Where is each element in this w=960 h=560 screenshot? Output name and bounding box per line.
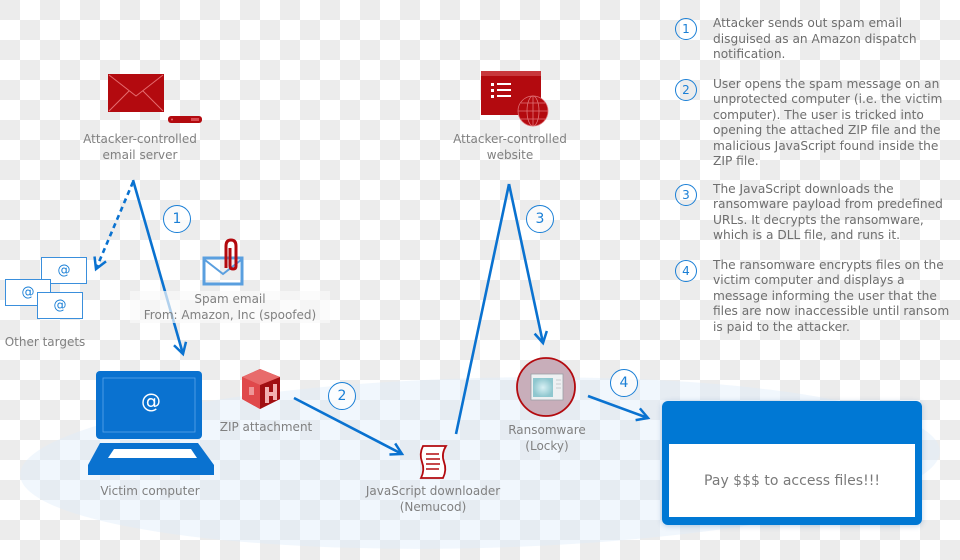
step-number: 4 (675, 259, 697, 282)
js-downloader-label: JavaScript downloader (Nemucod) (365, 484, 501, 514)
flow-marker-2: 2 (328, 382, 356, 410)
step-text: User opens the spam message on an unprot… (713, 76, 943, 169)
ransom-message-window: Pay $$$ to access files!!! (662, 401, 922, 525)
step-text: The JavaScript downloads the ransomware … (713, 181, 943, 243)
ransomware-label: Ransomware (Locky) (508, 423, 586, 453)
step-number: 1 (675, 18, 697, 40)
zip-attachment-label: ZIP attachment (219, 420, 313, 434)
email-server-icon (108, 74, 202, 123)
victim-computer-label: Victim computer (100, 484, 200, 498)
website-icon (481, 71, 549, 127)
step-item: 3 The JavaScript downloads the ransomwar… (675, 182, 955, 244)
flow-marker-4: 4 (610, 369, 638, 397)
step-number: 2 (675, 78, 697, 101)
arrow-downloader-to-website (454, 183, 511, 435)
flow-marker-1: 1 (163, 205, 191, 233)
email-server-label: Attacker-controlled email server (83, 132, 197, 162)
other-targets-icon: @ @ @ (4, 257, 90, 319)
ransom-message-pane: Pay $$$ to access files!!! (669, 444, 915, 517)
website-label: Attacker-controlled website (453, 132, 567, 162)
arrow-email-to-others (93, 181, 135, 272)
other-targets-label: Other targets (4, 335, 86, 349)
victim-screen-symbol: @ (141, 389, 161, 413)
spam-email-label: Spam email From: Amazon, Inc (spoofed) (130, 291, 330, 323)
script-scroll-icon (419, 445, 448, 479)
step-text: The ransomware encrypts files on the vic… (713, 257, 950, 334)
target-envelope: @ (37, 292, 83, 319)
flow-marker-3: 3 (526, 205, 554, 233)
step-item: 1 Attacker sends out spam email disguise… (675, 16, 955, 63)
step-number: 3 (675, 183, 697, 206)
ransom-message-text: Pay $$$ to access files!!! (704, 472, 880, 489)
steps-legend: 1 Attacker sends out spam email disguise… (675, 16, 955, 349)
spam-email-icon (202, 238, 244, 286)
zip-attachment-icon (242, 369, 280, 409)
ransomware-icon (516, 357, 576, 417)
step-item: 2 User opens the spam message on an unpr… (675, 77, 955, 170)
arrow-ransomware-to-window (587, 394, 651, 422)
victim-computer-icon (88, 371, 214, 475)
step-item: 4 The ransomware encrypts files on the v… (675, 258, 955, 336)
step-text: Attacker sends out spam email disguised … (713, 16, 917, 61)
